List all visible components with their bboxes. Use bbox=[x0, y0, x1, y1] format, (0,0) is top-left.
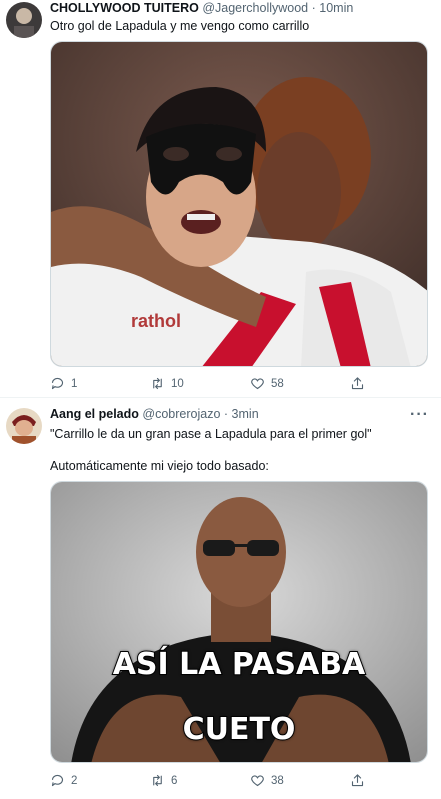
meme-caption-top: ASÍ LA PASABA bbox=[112, 646, 367, 683]
like-count: 58 bbox=[271, 377, 284, 390]
tweet-actions: 2 6 38 bbox=[50, 773, 380, 793]
meme-caption-bottom: CUETO bbox=[182, 711, 297, 748]
like-button[interactable]: 58 bbox=[250, 376, 284, 391]
tweet-header: Aang el pelado @cobrerojazo · 3min bbox=[50, 407, 259, 421]
retweet-count: 6 bbox=[171, 774, 178, 787]
retweet-icon bbox=[153, 774, 162, 787]
retweet-count: 10 bbox=[171, 377, 184, 390]
photo-football-celebration: rathol bbox=[51, 42, 427, 366]
tweet-text-blank-line bbox=[50, 442, 372, 458]
separator-dot: · bbox=[311, 1, 316, 15]
heart-icon bbox=[251, 775, 264, 787]
share-button[interactable] bbox=[350, 773, 365, 788]
retweet-button[interactable]: 10 bbox=[150, 376, 184, 391]
share-icon bbox=[351, 377, 364, 390]
heart-icon bbox=[251, 378, 264, 390]
tweet-text: "Carrillo le da un gran pase a Lapadula … bbox=[50, 426, 372, 474]
reply-count: 1 bbox=[71, 377, 78, 390]
retweet-button[interactable]: 6 bbox=[150, 773, 177, 788]
tweet-header: CHOLLYWOOD TUITERO @Jagerchollywood · 10… bbox=[50, 1, 353, 15]
tweet-image[interactable]: ASÍ LA PASABA CUETO bbox=[50, 481, 428, 763]
share-button[interactable] bbox=[350, 376, 365, 391]
tweet-2[interactable]: Aang el pelado @cobrerojazo · 3min ··· "… bbox=[0, 398, 441, 799]
timestamp[interactable]: 10min bbox=[319, 1, 353, 15]
reply-button[interactable]: 1 bbox=[50, 376, 77, 391]
tweet-text-line: Automáticamente mi viejo todo basado: bbox=[50, 459, 269, 473]
avatar[interactable] bbox=[6, 408, 42, 444]
tweet-text-line: "Carrillo le da un gran pase a Lapadula … bbox=[50, 427, 372, 441]
like-button[interactable]: 38 bbox=[250, 773, 284, 788]
reply-count: 2 bbox=[71, 774, 78, 787]
tweet-actions: 1 10 58 bbox=[50, 376, 380, 396]
user-handle[interactable]: @cobrerojazo bbox=[142, 407, 220, 421]
tweet-text: Otro gol de Lapadula y me vengo como car… bbox=[50, 18, 309, 34]
avatar[interactable] bbox=[6, 2, 42, 38]
retweet-icon bbox=[153, 377, 162, 390]
timestamp[interactable]: 3min bbox=[232, 407, 259, 421]
tweet-text-line: Otro gol de Lapadula y me vengo como car… bbox=[50, 19, 310, 33]
share-icon bbox=[351, 774, 364, 787]
svg-text:rathol: rathol bbox=[131, 311, 181, 331]
display-name[interactable]: CHOLLYWOOD TUITERO bbox=[50, 1, 199, 15]
user-handle[interactable]: @Jagerchollywood bbox=[202, 1, 308, 15]
like-count: 38 bbox=[271, 774, 284, 787]
tweet-image[interactable]: rathol bbox=[50, 41, 428, 367]
reply-icon bbox=[51, 774, 64, 787]
tweet-1[interactable]: CHOLLYWOOD TUITERO @Jagerchollywood · 10… bbox=[0, 0, 441, 398]
more-options-icon[interactable]: ··· bbox=[410, 406, 429, 424]
display-name[interactable]: Aang el pelado bbox=[50, 407, 139, 421]
reply-icon bbox=[51, 377, 64, 390]
separator-dot: · bbox=[223, 407, 229, 421]
reply-button[interactable]: 2 bbox=[50, 773, 77, 788]
